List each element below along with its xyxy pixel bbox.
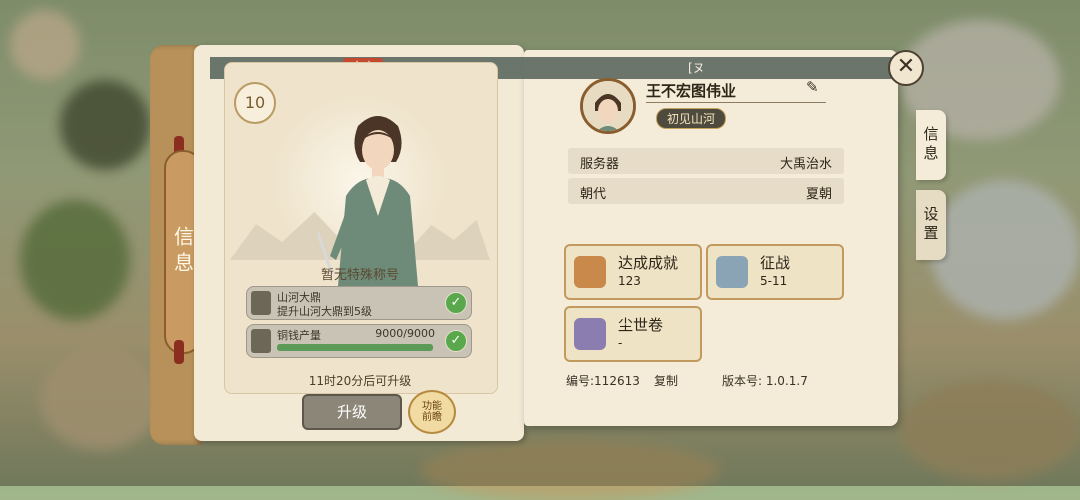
stat-label: 征战: [760, 254, 791, 272]
feature-preview-button[interactable]: 功能前瞻: [408, 390, 456, 434]
version-text: 版本号: 1.0.1.7: [722, 374, 808, 388]
check-icon: ✓: [445, 330, 467, 352]
player-badge: 初见山河: [656, 108, 727, 129]
task-avatar: [251, 291, 271, 315]
stat-label: 达成成就: [618, 254, 679, 272]
info-key: 朝代: [580, 187, 607, 202]
player-id: 编号:112613: [566, 374, 640, 388]
task-value: 9000/9000: [375, 327, 435, 340]
stat-label: 尘世卷: [618, 316, 664, 334]
player-avatar[interactable]: [580, 78, 636, 134]
task-name: 铜钱产量: [277, 329, 321, 342]
task-description: 提升山河大鼎到5级: [277, 305, 372, 318]
task-avatar: [251, 329, 271, 353]
stat-achievements[interactable]: 达成成就 123: [564, 244, 702, 300]
close-icon[interactable]: ✕: [888, 50, 924, 86]
side-tab-settings[interactable]: 设置: [916, 190, 946, 260]
stat-value: 5-11: [760, 274, 788, 288]
stat-mortal-scroll[interactable]: 尘世卷 -: [564, 306, 702, 362]
info-value: 夏朝: [805, 187, 832, 202]
stat-value: 123: [618, 274, 641, 288]
edit-pen-icon[interactable]: ✎: [806, 78, 824, 98]
task-cauldron: 山河大鼎 提升山河大鼎到5级 ✓: [246, 286, 472, 320]
info-row-server: 服务器 大禹治水: [568, 148, 844, 174]
crossed-swords-icon: [716, 256, 748, 288]
info-value: 大禹治水: [779, 157, 832, 172]
feature-preview-label: 功能前瞻: [422, 401, 442, 423]
tab-knot-bottom: [174, 340, 184, 364]
side-tab-settings-label: 设置: [921, 206, 940, 244]
task-copper-output: 铜钱产量 9000/9000 ✓: [246, 324, 472, 358]
side-tab-info-label: 信息: [921, 126, 940, 164]
upgrade-button[interactable]: 升级: [302, 394, 402, 430]
info-row-dynasty: 朝代 夏朝: [568, 178, 844, 204]
copy-button[interactable]: 复制: [654, 372, 678, 389]
stat-campaign[interactable]: 征战 5-11: [706, 244, 844, 300]
info-key: 服务器: [580, 157, 620, 172]
upgrade-timer: 11时20分后可升级: [308, 374, 412, 388]
progress-fill: [277, 344, 433, 351]
phoenix-emblem-icon: [574, 256, 606, 288]
stat-value: -: [618, 336, 623, 350]
side-tab-info[interactable]: 信息: [916, 110, 946, 180]
progress-bar: [277, 344, 433, 351]
check-icon: ✓: [445, 292, 467, 314]
name-underline: [646, 102, 826, 103]
snowflake-emblem-icon: [574, 318, 606, 350]
avatar-face: [583, 81, 633, 131]
character-title: 暂无特殊称号: [320, 268, 399, 283]
profile-book: 信息 官方 [ヌ 10 暂无特殊称号 山河大鼎 提升山河大鼎到5级 ✓ 铜钱产量…: [150, 40, 946, 448]
character-portrait: [318, 116, 418, 286]
player-name: 王不宏图伟业: [646, 82, 737, 100]
ribbon-mark: [ヌ: [688, 61, 705, 75]
level-badge: 10: [234, 82, 276, 124]
